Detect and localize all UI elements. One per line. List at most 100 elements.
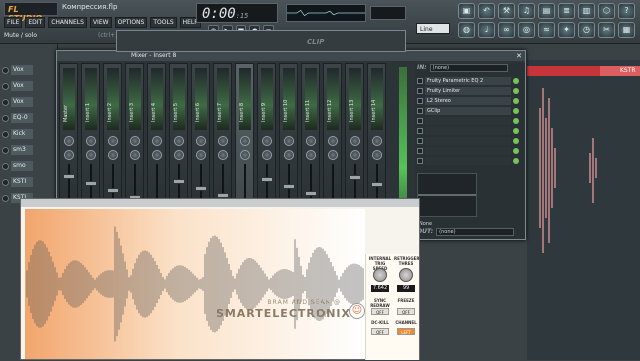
slot-menu-icon[interactable] xyxy=(417,97,423,104)
playlist-icon[interactable]: ▤ xyxy=(538,3,555,19)
fx-slot[interactable]: Fruity Parametric EQ 2 xyxy=(417,76,519,85)
pan-knob[interactable] xyxy=(130,136,140,146)
slot-menu-icon[interactable] xyxy=(417,137,423,144)
channel-toggle[interactable]: LEFT xyxy=(397,328,415,335)
volume-knob[interactable] xyxy=(174,150,184,160)
volume-fader[interactable] xyxy=(107,188,119,193)
fx-icon[interactable]: ✦ xyxy=(558,22,575,38)
volume-knob[interactable] xyxy=(240,150,250,160)
tempo-icon[interactable]: ♩ xyxy=(478,22,495,38)
volume-knob[interactable] xyxy=(284,150,294,160)
volume-knob[interactable] xyxy=(372,150,382,160)
volume-fader[interactable] xyxy=(305,191,317,196)
channel-led-icon[interactable] xyxy=(2,194,9,202)
channel-led-icon[interactable] xyxy=(2,66,9,74)
channel-led-icon[interactable] xyxy=(2,82,9,90)
help-icon[interactable]: ? xyxy=(618,3,635,19)
channel-name[interactable]: Kick xyxy=(11,129,33,139)
insert-eq-graph[interactable] xyxy=(417,173,477,217)
retrigger-knob[interactable] xyxy=(399,268,413,282)
mixer-close-icon[interactable]: ✕ xyxy=(515,52,523,60)
pan-knob[interactable] xyxy=(108,136,118,146)
slot-enable-icon[interactable] xyxy=(513,87,519,94)
slot-enable-icon[interactable] xyxy=(513,157,519,164)
slot-name[interactable] xyxy=(425,126,511,135)
menu-tools[interactable]: TOOLS xyxy=(150,17,177,28)
slot-menu-icon[interactable] xyxy=(417,157,423,164)
menu-channels[interactable]: CHANNELS xyxy=(48,17,87,28)
channel-name[interactable]: Vox xyxy=(11,97,33,107)
volume-knob[interactable] xyxy=(130,150,140,160)
pan-knob[interactable] xyxy=(218,136,228,146)
pan-knob[interactable] xyxy=(174,136,184,146)
plugin-icon[interactable]: ⬡ xyxy=(598,3,615,19)
channel-name[interactable]: KSTI xyxy=(11,177,33,187)
fx-slot[interactable] xyxy=(417,156,519,165)
volume-knob[interactable] xyxy=(86,150,96,160)
eq-icon[interactable]: ≈ xyxy=(538,22,555,38)
slot-enable-icon[interactable] xyxy=(513,107,519,114)
plugin-title-bar[interactable] xyxy=(21,199,419,207)
channel-row[interactable]: EQ-0 xyxy=(2,112,56,124)
pan-knob[interactable] xyxy=(86,136,96,146)
channel-led-icon[interactable] xyxy=(2,146,9,154)
channel-row[interactable]: Vox xyxy=(2,64,56,76)
slot-menu-icon[interactable] xyxy=(417,87,423,94)
slot-enable-icon[interactable] xyxy=(513,97,519,104)
pan-knob[interactable] xyxy=(372,136,382,146)
mixer-title[interactable]: Mixer - Insert 8 xyxy=(57,51,525,61)
retrigger-value[interactable]: 99 xyxy=(397,285,415,292)
volume-knob[interactable] xyxy=(328,150,338,160)
channel-name[interactable]: EQ-0 xyxy=(11,113,33,123)
wrench-icon[interactable]: ⚒ xyxy=(498,3,515,19)
channel-row[interactable]: Vox xyxy=(2,96,56,108)
fx-slot[interactable] xyxy=(417,126,519,135)
playlist-track-label[interactable]: KSTR xyxy=(600,66,640,76)
volume-fader[interactable] xyxy=(173,179,185,184)
pan-knob[interactable] xyxy=(262,136,272,146)
channel-led-icon[interactable] xyxy=(2,98,9,106)
slot-enable-icon[interactable] xyxy=(513,147,519,154)
channel-name[interactable]: sm3 xyxy=(11,145,33,155)
channel-name[interactable]: Vox xyxy=(11,81,33,91)
slot-name[interactable] xyxy=(425,116,511,125)
slot-enable-icon[interactable] xyxy=(513,77,519,84)
slot-menu-icon[interactable] xyxy=(417,147,423,154)
slot-menu-icon[interactable] xyxy=(417,77,423,84)
slot-menu-icon[interactable] xyxy=(417,117,423,124)
slot-name[interactable]: Fruity Parametric EQ 2 xyxy=(425,76,511,85)
menu-view[interactable]: VIEW xyxy=(89,17,112,28)
volume-knob[interactable] xyxy=(218,150,228,160)
mixer-icon[interactable]: ≣ xyxy=(558,3,575,19)
fx-slot[interactable] xyxy=(417,116,519,125)
slot-name[interactable] xyxy=(425,146,511,155)
volume-knob[interactable] xyxy=(262,150,272,160)
slot-name[interactable]: Fruity Limiter xyxy=(425,86,511,95)
sync-redraw-toggle[interactable]: OFF xyxy=(371,308,389,315)
pan-knob[interactable] xyxy=(64,136,74,146)
channel-row[interactable]: smo xyxy=(2,160,56,172)
fx-slot[interactable] xyxy=(417,136,519,145)
fx-slot[interactable]: GClip xyxy=(417,106,519,115)
disk-icon[interactable]: ▣ xyxy=(458,3,475,19)
slot-name[interactable]: GClip xyxy=(425,106,511,115)
pan-knob[interactable] xyxy=(240,136,250,146)
undo-icon[interactable]: ↶ xyxy=(478,3,495,19)
slot-enable-icon[interactable] xyxy=(513,137,519,144)
volume-knob[interactable] xyxy=(196,150,206,160)
input-select[interactable]: (none) xyxy=(429,63,508,72)
channel-row[interactable]: KSTI xyxy=(2,176,56,188)
rack-icon[interactable]: ▦ xyxy=(618,22,635,38)
slot-name[interactable] xyxy=(425,136,511,145)
pan-knob[interactable] xyxy=(152,136,162,146)
freeze-toggle[interactable]: OFF xyxy=(397,308,415,315)
fx-slot[interactable] xyxy=(417,146,519,155)
output-select[interactable]: (none) xyxy=(436,227,515,236)
pan-knob[interactable] xyxy=(328,136,338,146)
channel-led-icon[interactable] xyxy=(2,178,9,186)
volume-knob[interactable] xyxy=(64,150,74,160)
channel-row[interactable]: Kick xyxy=(2,128,56,140)
channel-name[interactable]: smo xyxy=(11,161,33,171)
volume-knob[interactable] xyxy=(306,150,316,160)
pan-knob[interactable] xyxy=(284,136,294,146)
